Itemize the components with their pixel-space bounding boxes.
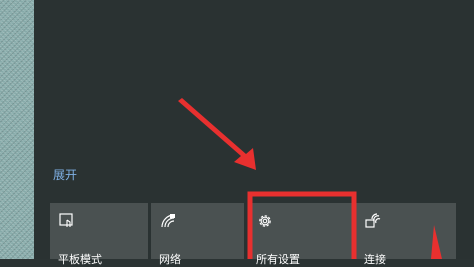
desktop-wallpaper	[0, 0, 34, 259]
tile-label: 连接	[364, 253, 386, 266]
tile-label: 网络	[159, 253, 181, 266]
tile-label: 所有设置	[256, 253, 300, 266]
tile-label: 平板模式	[58, 253, 102, 266]
expand-link[interactable]: 展开	[53, 167, 77, 183]
tile-tablet-mode[interactable]: 平板模式	[50, 203, 148, 266]
gear-icon	[256, 212, 274, 230]
connect-icon	[364, 212, 382, 230]
network-icon	[159, 212, 177, 230]
tablet-mode-icon	[58, 212, 76, 230]
tile-network[interactable]: 网络	[151, 203, 244, 266]
tile-all-settings[interactable]: 所有设置	[248, 203, 354, 266]
tile-connect[interactable]: 连接	[356, 203, 456, 266]
